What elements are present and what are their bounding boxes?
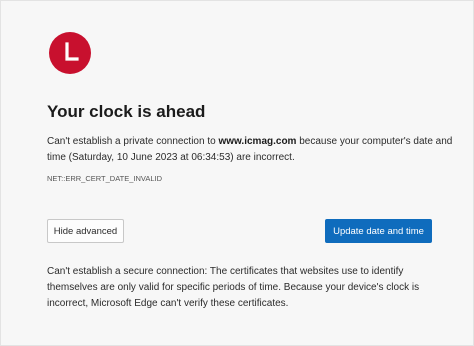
error-page: Your clock is ahead Can't establish a pr…: [0, 0, 474, 346]
advanced-details: Can't establish a secure connection: The…: [47, 266, 420, 309]
error-code: NET::ERR_CERT_DATE_INVALID: [47, 174, 163, 183]
clock-icon: [49, 32, 91, 74]
hide-advanced-button[interactable]: Hide advanced: [47, 219, 124, 243]
description-prefix: Can't establish a private connection to: [47, 136, 219, 147]
update-date-time-button[interactable]: Update date and time: [325, 219, 432, 243]
page-title: Your clock is ahead: [47, 102, 206, 121]
site-host: www.icmag.com: [218, 136, 297, 147]
error-description: Can't establish a private connection to …: [47, 134, 457, 166]
